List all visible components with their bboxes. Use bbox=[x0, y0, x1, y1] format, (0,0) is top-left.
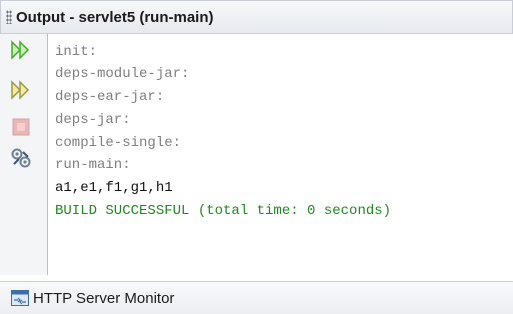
output-text-area[interactable]: init: deps-module-jar: deps-ear-jar: dep… bbox=[49, 34, 513, 275]
stop-button[interactable] bbox=[10, 116, 32, 138]
http-monitor-icon bbox=[11, 290, 29, 306]
output-line-compile-single: compile-single: bbox=[55, 135, 182, 151]
drag-grip-icon[interactable] bbox=[6, 10, 12, 24]
stop-icon bbox=[12, 118, 30, 136]
output-line-deps-jar: deps-jar: bbox=[55, 112, 131, 128]
output-line-deps-ear-jar: deps-ear-jar: bbox=[55, 89, 165, 105]
output-line-program-output: a1,e1,f1,g1,h1 bbox=[55, 180, 173, 196]
output-line-build-successful: BUILD SUCCESSFUL (total time: 0 seconds) bbox=[55, 203, 392, 219]
http-server-monitor-tab[interactable]: HTTP Server Monitor bbox=[0, 281, 513, 314]
rerun-button[interactable] bbox=[10, 39, 32, 61]
rerun-icon bbox=[11, 40, 30, 60]
rerun-with-parameters-button[interactable] bbox=[10, 79, 32, 101]
output-window-header[interactable]: Output - servlet5 (run-main) bbox=[0, 0, 513, 34]
ant-settings-button[interactable] bbox=[10, 147, 32, 169]
output-window-title: Output - servlet5 (run-main) bbox=[16, 8, 214, 26]
output-toolbar bbox=[0, 34, 48, 275]
output-line-deps-module-jar: deps-module-jar: bbox=[55, 66, 190, 82]
output-line-run-main: run-main: bbox=[55, 157, 131, 173]
rerun-with-parameters-icon bbox=[11, 80, 30, 100]
http-server-monitor-label: HTTP Server Monitor bbox=[33, 289, 175, 307]
output-window: Output - servlet5 (run-main) init: deps-… bbox=[0, 0, 513, 314]
output-line-init: init: bbox=[55, 44, 98, 60]
settings-icon bbox=[11, 148, 31, 168]
